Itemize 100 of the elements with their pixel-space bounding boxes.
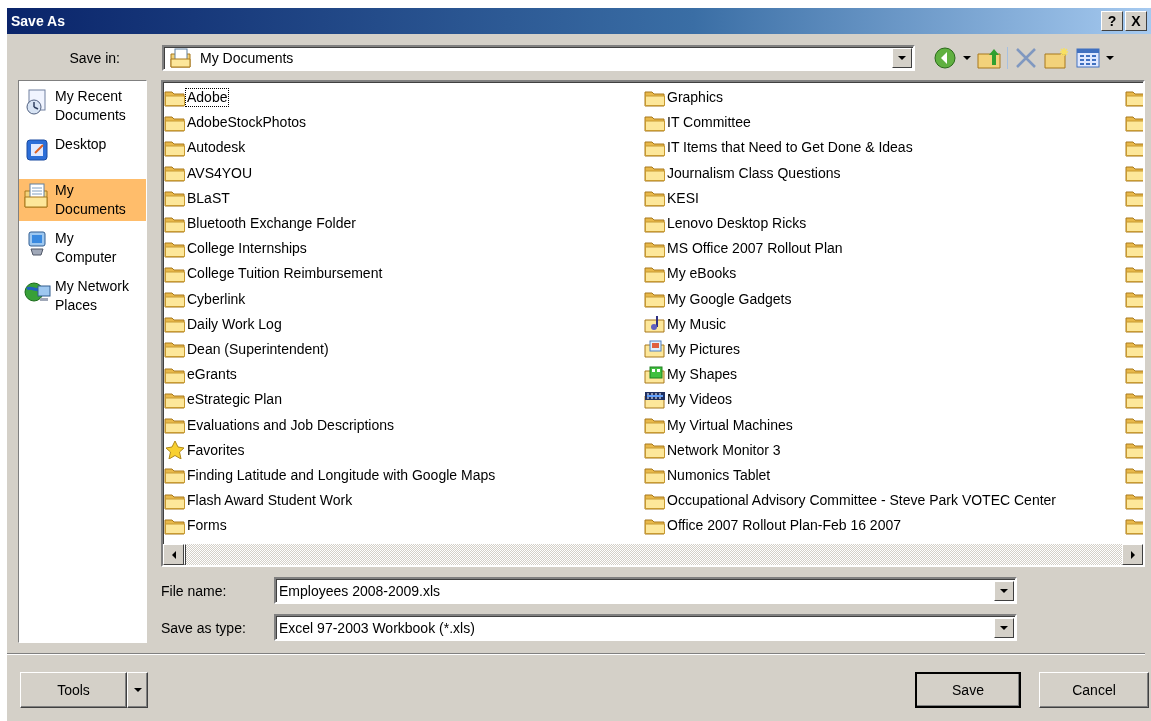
folder-name[interactable]: Flash Award Student Work <box>186 492 354 510</box>
up-folder-icon <box>977 47 1001 69</box>
views-button[interactable] <box>1076 48 1114 68</box>
folder-name[interactable]: BLaST <box>186 189 231 207</box>
places-item[interactable]: My Network Places <box>19 275 146 317</box>
folder-icon <box>644 290 666 309</box>
folder-icon <box>164 315 186 334</box>
folder-icon <box>164 264 186 283</box>
folder-name[interactable]: Daily Work Log <box>186 315 283 333</box>
file-name-field[interactable]: Employees 2008-2009.xls <box>274 577 1017 604</box>
folder-icon <box>1125 491 1143 510</box>
tools-menu-button[interactable] <box>127 672 148 708</box>
folder-icon <box>1125 290 1143 309</box>
folder-name[interactable]: Graphics <box>666 89 725 107</box>
folder-name[interactable]: My Pictures <box>666 340 742 358</box>
folder-icon <box>164 88 186 107</box>
places-item[interactable]: My Computer <box>19 227 146 269</box>
star-icon <box>164 441 186 460</box>
tools-button[interactable]: Tools <box>20 672 127 708</box>
x-icon <box>1014 47 1038 69</box>
folder-name[interactable]: Forms <box>186 517 228 535</box>
folder-name[interactable]: My Music <box>666 315 728 333</box>
folder-icon <box>164 491 186 510</box>
dropdown-button[interactable] <box>892 48 912 68</box>
folder-name[interactable]: Numonics Tablet <box>666 466 772 484</box>
folder-icon <box>644 239 666 258</box>
folder-name[interactable]: Network Monitor 3 <box>666 441 782 459</box>
folder-icon <box>164 390 186 409</box>
folder-icon <box>164 214 186 233</box>
folder-name[interactable]: eGrants <box>186 366 238 384</box>
folder-icon <box>1125 441 1143 460</box>
folder-icon <box>644 88 666 107</box>
folder-icon <box>164 466 186 485</box>
back-menu-button[interactable] <box>963 56 971 60</box>
file-name-label: File name: <box>161 582 228 599</box>
help-button[interactable]: ? <box>1101 11 1123 31</box>
cancel-button[interactable]: Cancel <box>1039 672 1149 708</box>
folder-name[interactable]: Finding Latitude and Longitude with Google Maps <box>186 466 497 484</box>
folder-name[interactable]: Bluetooth Exchange Folder <box>186 215 357 233</box>
shapes-folder-icon <box>644 365 666 384</box>
scroll-left-button[interactable] <box>163 544 184 565</box>
folder-name[interactable]: KESI <box>666 189 700 207</box>
folder-name[interactable]: IT Committee <box>666 114 752 132</box>
folder-name[interactable]: eStrategic Plan <box>186 391 283 409</box>
caret-icon <box>1000 588 1008 593</box>
folder-name[interactable]: Journalism Class Questions <box>666 164 842 182</box>
folder-name[interactable]: IT Items that Need to Get Done & Ideas <box>666 139 914 157</box>
folder-name[interactable]: Office 2007 Rollout Plan-Feb 16 2007 <box>666 517 902 535</box>
folder-icon <box>164 189 186 208</box>
folder-icon <box>644 189 666 208</box>
folder-name[interactable]: College Internships <box>186 240 308 258</box>
folder-name[interactable]: AVS4YOU <box>186 164 254 182</box>
save-in-label: Save in: <box>68 50 120 66</box>
new-folder-icon <box>1044 47 1070 69</box>
folder-name[interactable]: My Virtual Machines <box>666 416 794 434</box>
save-in-dropdown[interactable]: My Documents <box>162 45 915 71</box>
places-item[interactable]: My Documents <box>19 179 146 221</box>
folder-icon <box>164 138 186 157</box>
folder-icon <box>1125 466 1143 485</box>
caret-icon <box>1000 625 1008 630</box>
folder-icon <box>644 516 666 535</box>
dropdown-button[interactable] <box>994 617 1014 638</box>
caret-icon <box>1106 56 1114 60</box>
folder-icon <box>1125 365 1143 384</box>
folder-name[interactable]: My eBooks <box>666 265 738 283</box>
folder-icon <box>164 239 186 258</box>
folder-icon <box>1125 315 1143 334</box>
folder-icon <box>644 416 666 435</box>
views-icon <box>1076 48 1100 68</box>
folder-icon <box>1125 416 1143 435</box>
folder-name[interactable]: Dean (Superintendent) <box>186 340 330 358</box>
places-item[interactable]: Desktop <box>19 133 146 173</box>
folder-name[interactable]: Favorites <box>186 441 246 459</box>
folder-icon <box>644 491 666 510</box>
folder-name[interactable]: MS Office 2007 Rollout Plan <box>666 240 844 258</box>
folder-name[interactable]: My Google Gadgets <box>666 290 793 308</box>
folder-name[interactable]: Adobe <box>186 89 229 107</box>
close-button[interactable]: X <box>1125 11 1147 31</box>
save-button[interactable]: Save <box>915 672 1021 708</box>
caret-icon <box>963 56 971 60</box>
scroll-right-button[interactable] <box>1122 544 1143 565</box>
folder-name[interactable]: College Tuition Reimbursement <box>186 265 384 283</box>
folder-name[interactable]: Autodesk <box>186 139 247 157</box>
horizontal-scrollbar[interactable] <box>163 544 1143 565</box>
folder-name[interactable]: My Videos <box>666 391 734 409</box>
pictures-folder-icon <box>644 340 666 359</box>
save-as-type-dropdown[interactable]: Excel 97-2003 Workbook (*.xls) <box>274 614 1017 641</box>
folder-name[interactable]: My Shapes <box>666 366 739 384</box>
folder-icon <box>164 416 186 435</box>
folder-name[interactable]: Cyberlink <box>186 290 247 308</box>
places-item[interactable]: My Recent Documents <box>19 85 146 127</box>
folder-name[interactable]: Occupational Advisory Committee - Steve Park VOTEC Center <box>666 492 1058 510</box>
dropdown-button[interactable] <box>994 580 1014 601</box>
folder-icon <box>644 164 666 183</box>
folder-name[interactable]: AdobeStockPhotos <box>186 114 308 132</box>
folder-name[interactable]: Evaluations and Job Descriptions <box>186 416 395 434</box>
right-arrow-icon <box>1130 550 1135 559</box>
folder-icon <box>164 290 186 309</box>
back-button[interactable] <box>933 46 957 70</box>
folder-name[interactable]: Lenovo Desktop Ricks <box>666 215 808 233</box>
